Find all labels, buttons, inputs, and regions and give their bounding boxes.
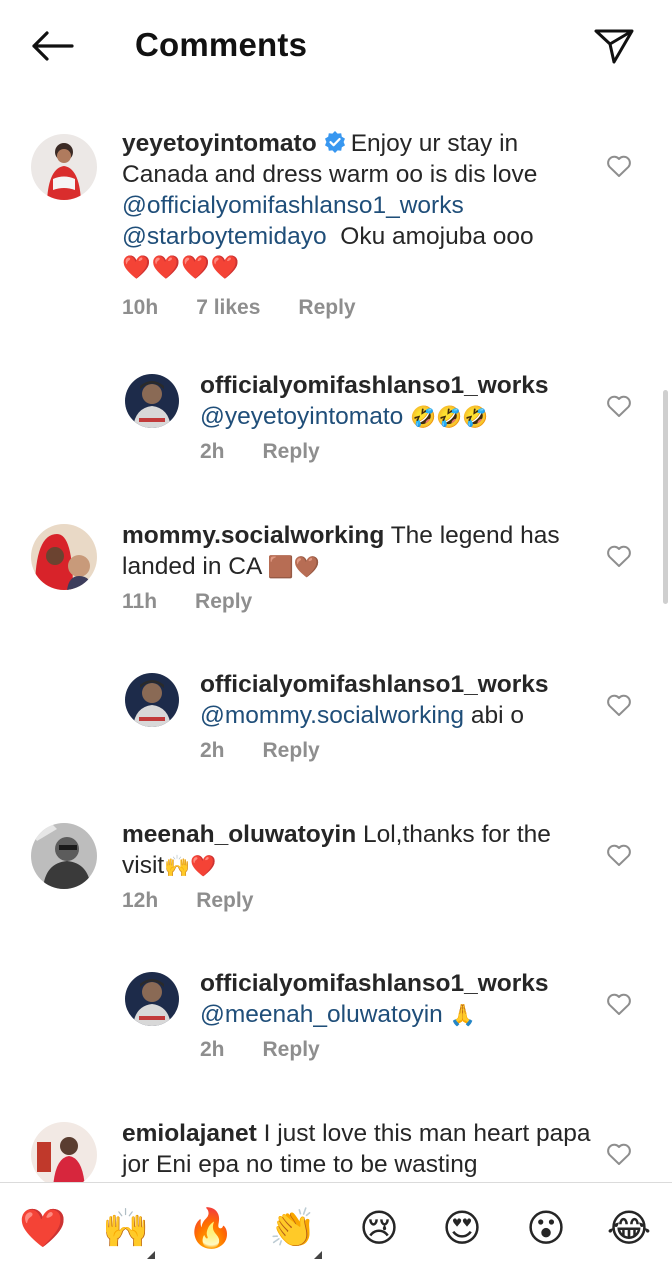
reaction-heart-eyes[interactable]: 😍 xyxy=(435,1203,489,1253)
reaction-crying[interactable]: 😢 xyxy=(352,1203,406,1253)
comment-meta: 11h Reply xyxy=(122,590,252,614)
arrow-left-icon xyxy=(32,31,74,61)
comment-username[interactable]: officialyomifashlanso1_works xyxy=(200,970,549,997)
header: Comments xyxy=(0,0,672,92)
comment-time: 2h xyxy=(200,739,225,762)
comment-text: officialyomifashlanso1_works @yeyetoyint… xyxy=(200,370,600,433)
raised-hands-emoji-icon: 🙌 xyxy=(102,1205,150,1250)
emoji-text: 🤣🤣🤣 xyxy=(410,405,489,429)
paper-plane-icon xyxy=(594,29,634,64)
reply-button[interactable]: Reply xyxy=(298,296,355,320)
comment-body-tail: Oku amojuba ooo xyxy=(340,223,534,250)
comment-username[interactable]: yeyetoyintomato xyxy=(122,130,317,157)
comment-time: 2h xyxy=(200,1038,225,1061)
verified-badge-icon xyxy=(324,131,345,153)
avatar[interactable] xyxy=(31,134,97,200)
mention-link[interactable]: @yeyetoyintomato xyxy=(200,403,403,430)
reaction-clap[interactable]: 👏 xyxy=(266,1203,322,1259)
comment-meta: 12h Reply xyxy=(122,889,253,913)
quick-reaction-bar: ❤️ 🙌 🔥 👏 😢 😍 😮 😂 xyxy=(0,1182,672,1269)
comment-username[interactable]: mommy.socialworking xyxy=(122,522,384,549)
skin-tone-indicator xyxy=(314,1251,322,1259)
clap-emoji-icon: 👏 xyxy=(269,1205,317,1250)
emoji-text: 🟫🤎 xyxy=(267,555,321,579)
comments-list[interactable]: yeyetoyintomato Enjoy ur stay in Canada a… xyxy=(0,92,672,1182)
comment-time: 11h xyxy=(122,590,158,613)
avatar[interactable] xyxy=(31,823,97,889)
crying-face-emoji-icon: 😢 xyxy=(359,1206,399,1250)
reaction-surprised[interactable]: 😮 xyxy=(519,1203,573,1253)
emoji-text: ❤️❤️❤️❤️ xyxy=(122,255,241,281)
mention-link[interactable]: @officialyomifashlanso1_works xyxy=(122,192,464,219)
avatar[interactable] xyxy=(31,1122,97,1182)
comment-username[interactable]: officialyomifashlanso1_works xyxy=(200,671,549,698)
emoji-text: 🙌❤️ xyxy=(164,854,217,878)
share-button[interactable] xyxy=(592,26,636,66)
reply-button[interactable]: Reply xyxy=(196,889,253,913)
back-button[interactable] xyxy=(28,24,76,68)
surprised-face-emoji-icon: 😮 xyxy=(526,1206,566,1250)
reaction-raised-hands[interactable]: 🙌 xyxy=(99,1203,155,1259)
heart-outline-icon[interactable] xyxy=(606,992,632,1016)
heart-outline-icon[interactable] xyxy=(606,843,632,867)
reply-button[interactable]: Reply xyxy=(195,590,252,614)
reply-button[interactable]: Reply xyxy=(263,739,320,763)
comment-meta: 2h Reply xyxy=(200,739,320,763)
avatar[interactable] xyxy=(125,374,179,428)
heart-outline-icon[interactable] xyxy=(606,544,632,568)
comment-username[interactable]: officialyomifashlanso1_works xyxy=(200,372,549,399)
comment-text: yeyetoyintomato Enjoy ur stay in Canada a… xyxy=(122,128,592,284)
comment-text: officialyomifashlanso1_works @mommy.soci… xyxy=(200,669,600,731)
comment-likes[interactable]: 7 likes xyxy=(196,296,260,320)
page-title: Comments xyxy=(135,26,308,63)
mention-link[interactable]: @mommy.socialworking xyxy=(200,702,464,729)
heart-emoji-icon: ❤️ xyxy=(19,1205,67,1250)
comment-text: officialyomifashlanso1_works @meenah_olu… xyxy=(200,968,600,1031)
comment-meta: 2h Reply xyxy=(200,440,320,464)
comment-body: abi o xyxy=(470,702,524,729)
heart-eyes-emoji-icon: 😍 xyxy=(442,1206,482,1250)
comment-meta: 10h 7 likes Reply xyxy=(122,296,356,320)
comment-text: emiolajanet I just love this man heart p… xyxy=(122,1118,592,1180)
comment-text: mommy.socialworking The legend has lande… xyxy=(122,520,592,583)
comment-username[interactable]: emiolajanet xyxy=(122,1120,257,1147)
reaction-fire[interactable]: 🔥 xyxy=(184,1203,238,1253)
heart-outline-icon[interactable] xyxy=(606,394,632,418)
scrollbar[interactable] xyxy=(663,390,668,604)
avatar[interactable] xyxy=(125,673,179,727)
reaction-heart[interactable]: ❤️ xyxy=(16,1203,70,1253)
comment-time: 12h xyxy=(122,889,159,912)
skin-tone-indicator xyxy=(147,1251,155,1259)
emoji-text: 🙏 xyxy=(449,1003,476,1027)
reply-button[interactable]: Reply xyxy=(263,440,320,464)
comment-text: meenah_oluwatoyin Lol,thanks for the vis… xyxy=(122,819,592,882)
reply-button[interactable]: Reply xyxy=(263,1038,320,1062)
laughing-face-emoji-icon: 😂 xyxy=(606,1206,652,1250)
avatar[interactable] xyxy=(125,972,179,1026)
mention-link[interactable]: @starboytemidayo xyxy=(122,223,327,250)
mention-link[interactable]: @meenah_oluwatoyin xyxy=(200,1001,443,1028)
heart-outline-icon[interactable] xyxy=(606,1142,632,1166)
comment-username[interactable]: meenah_oluwatoyin xyxy=(122,821,356,848)
heart-outline-icon[interactable] xyxy=(606,693,632,717)
fire-emoji-icon: 🔥 xyxy=(187,1205,235,1250)
comment-time: 10h xyxy=(122,296,159,319)
comment-meta: 2h Reply xyxy=(200,1038,320,1062)
heart-outline-icon[interactable] xyxy=(606,154,632,178)
reaction-laughing[interactable]: 😂 xyxy=(602,1203,656,1253)
comment-time: 2h xyxy=(200,440,225,463)
avatar[interactable] xyxy=(31,524,97,590)
